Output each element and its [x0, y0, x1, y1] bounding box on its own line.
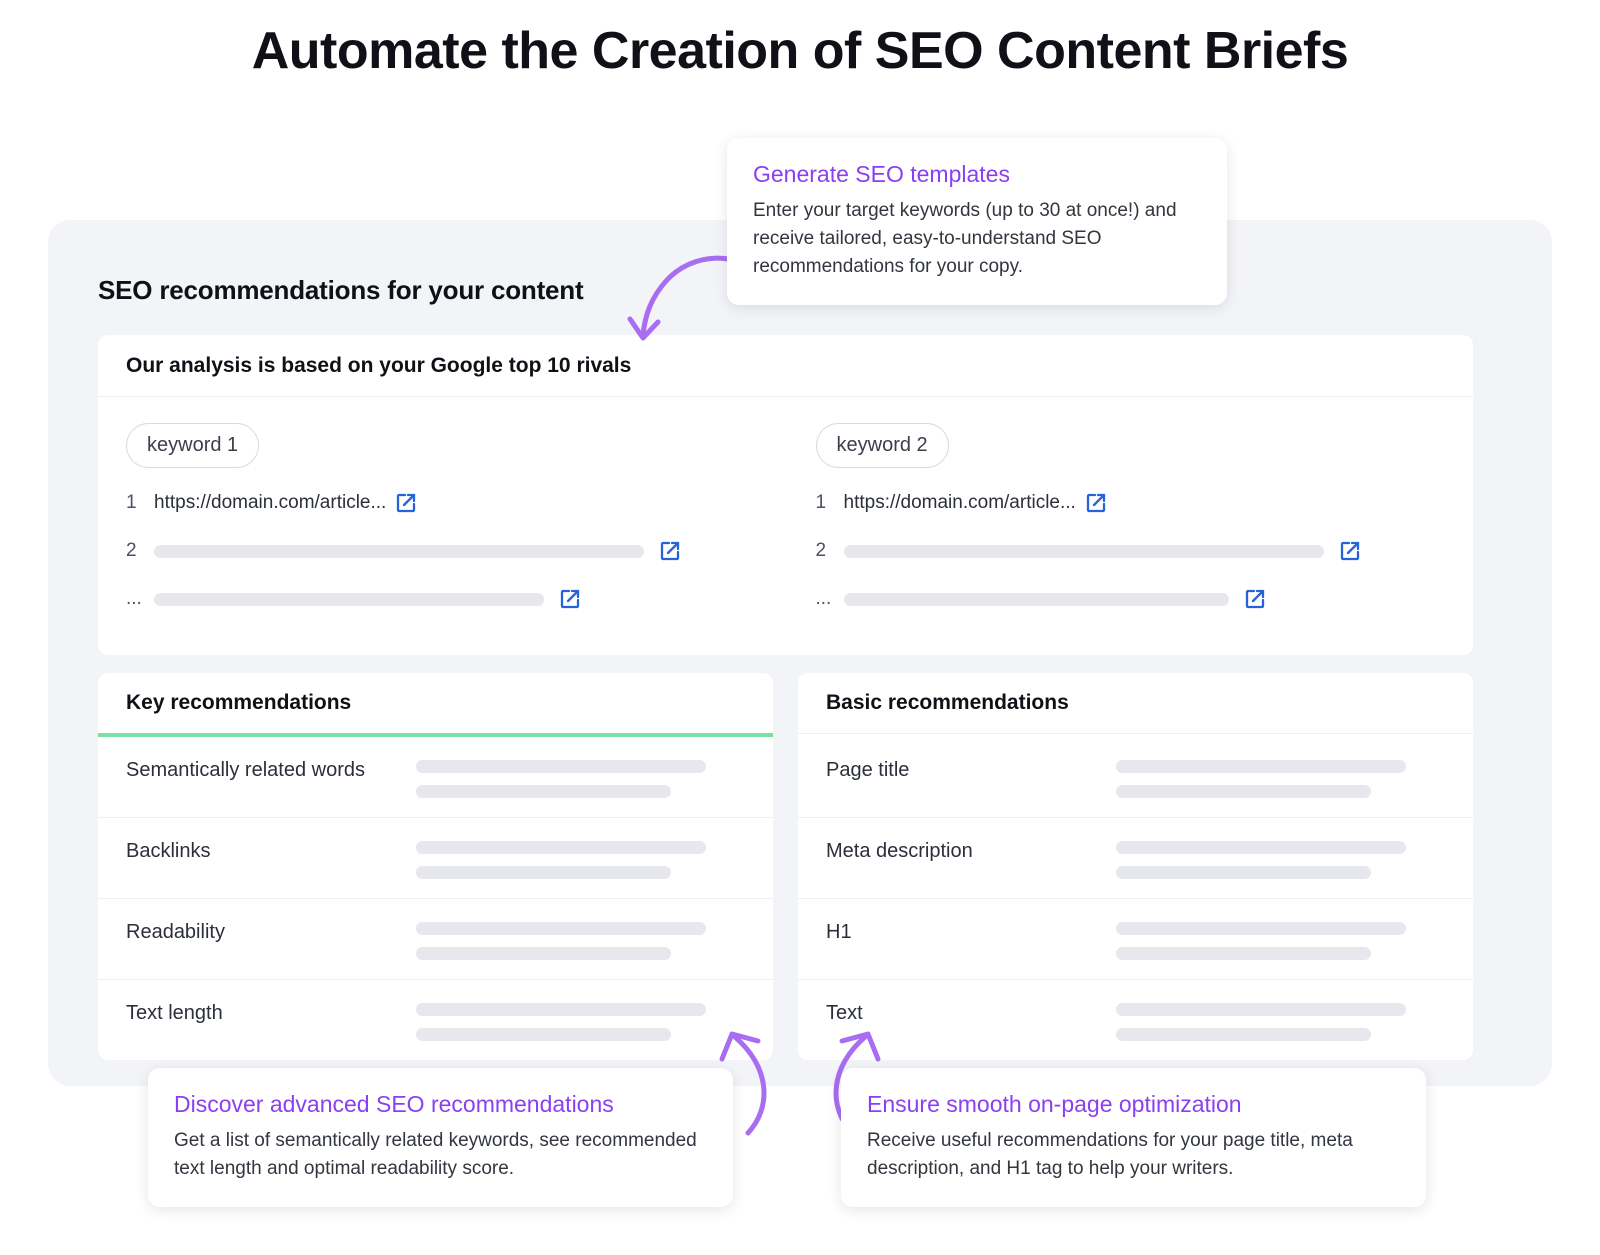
key-recommendations-card: Key recommendations Semantically related… [98, 673, 773, 1060]
rival-rank: 1 [126, 492, 137, 513]
external-link-icon[interactable] [658, 539, 682, 563]
placeholder-bar [1116, 1003, 1406, 1016]
rival-url-row[interactable]: 2 [816, 538, 1446, 564]
tooltip-body: Receive useful recommendations for your … [867, 1129, 1353, 1179]
placeholder-bar [416, 922, 706, 935]
rival-rank: ... [815, 588, 832, 609]
rival-url-placeholder [154, 544, 644, 558]
external-link-icon[interactable] [558, 587, 582, 611]
basic-recommendations-header: Basic recommendations [826, 691, 1069, 714]
tooltip-title: Generate SEO templates [753, 161, 1010, 187]
rivals-card-body: keyword 1 1 https://domain.com/article..… [98, 397, 1473, 612]
recommendation-label: Text length [126, 1002, 223, 1024]
tooltip-ensure-smooth-optimization: Ensure smooth on-page optimization Recei… [841, 1068, 1426, 1207]
placeholder-bar [1116, 947, 1371, 960]
rivals-card: Our analysis is based on your Google top… [98, 335, 1473, 655]
recommendation-label: Page title [826, 759, 910, 781]
rival-url-placeholder [843, 592, 1229, 606]
rivals-column-keyword-2: keyword 2 1 https://domain.com/article..… [786, 423, 1446, 612]
placeholder-bar [416, 947, 671, 960]
recommendation-label: H1 [826, 921, 852, 943]
rival-rank: 1 [815, 492, 827, 513]
placeholder-bar [416, 1003, 706, 1016]
recommendation-value-placeholder [416, 999, 745, 1041]
tooltip-title: Ensure smooth on-page optimization [867, 1091, 1242, 1117]
recommendation-row[interactable]: Text length [98, 980, 773, 1060]
recommendation-value-placeholder [1116, 918, 1445, 960]
basic-recommendations-card: Basic recommendations Page title Meta de… [798, 673, 1473, 1060]
recommendation-value-placeholder [1116, 999, 1445, 1041]
rival-url-row[interactable]: 2 [126, 538, 786, 564]
placeholder-bar [1116, 841, 1406, 854]
placeholder-bar [1116, 785, 1371, 798]
rival-rank: ... [126, 588, 142, 609]
recommendation-cards: Key recommendations Semantically related… [98, 673, 1473, 1060]
basic-recommendations-divider [798, 733, 1473, 734]
tooltip-body: Get a list of semantically related keywo… [174, 1129, 697, 1179]
page-title: Automate the Creation of SEO Content Bri… [251, 22, 1349, 80]
panel-title: SEO recommendations for your content [98, 275, 584, 305]
recommendation-value-placeholder [1116, 756, 1445, 798]
keyword-pill-2[interactable]: keyword 2 [815, 423, 949, 468]
seo-recommendations-panel: SEO recommendations for your content Our… [48, 220, 1552, 1086]
recommendation-row[interactable]: Page title [798, 737, 1473, 818]
recommendation-row[interactable]: Readability [98, 899, 773, 980]
placeholder-bar [416, 841, 706, 854]
placeholder-bar [416, 760, 706, 773]
external-link-icon[interactable] [1243, 587, 1267, 611]
recommendation-label: Meta description [826, 840, 973, 862]
recommendation-value-placeholder [416, 918, 745, 960]
external-link-icon[interactable] [394, 491, 418, 515]
rival-url-placeholder [154, 592, 544, 606]
rival-url-row[interactable]: ... [126, 586, 786, 612]
rival-url-row[interactable]: 1 https://domain.com/article... [126, 490, 786, 516]
recommendation-row[interactable]: Backlinks [98, 818, 773, 899]
recommendation-value-placeholder [1116, 837, 1445, 879]
placeholder-bar [416, 785, 671, 798]
tooltip-title: Discover advanced SEO recommendations [174, 1091, 614, 1117]
rival-rank: 2 [126, 540, 137, 561]
key-recommendations-header: Key recommendations [126, 691, 352, 714]
placeholder-bar [1116, 922, 1406, 935]
external-link-icon[interactable] [1338, 539, 1362, 563]
placeholder-bar [416, 1028, 671, 1041]
recommendation-label: Readability [126, 921, 225, 943]
rival-url-row[interactable]: 1 https://domain.com/article... [816, 490, 1446, 516]
recommendation-row[interactable]: Meta description [798, 818, 1473, 899]
rival-url[interactable]: https://domain.com/article... [844, 492, 1076, 514]
rival-url-placeholder [843, 544, 1324, 558]
rivals-column-keyword-1: keyword 1 1 https://domain.com/article..… [126, 423, 786, 612]
placeholder-bar [1116, 760, 1406, 773]
recommendation-value-placeholder [416, 837, 745, 879]
recommendation-value-placeholder [416, 756, 745, 798]
rival-url[interactable]: https://domain.com/article... [154, 492, 386, 514]
tooltip-body: Enter your target keywords (up to 30 at … [753, 199, 1177, 277]
placeholder-bar [1116, 866, 1371, 879]
tooltip-discover-advanced-seo: Discover advanced SEO recommendations Ge… [148, 1068, 733, 1207]
rival-url-row[interactable]: ... [816, 586, 1446, 612]
tooltip-generate-seo-templates: Generate SEO templates Enter your target… [727, 138, 1227, 305]
external-link-icon[interactable] [1084, 491, 1108, 515]
keyword-pill-1[interactable]: keyword 1 [126, 423, 260, 468]
rival-rank: 2 [815, 540, 827, 561]
recommendation-row[interactable]: H1 [798, 899, 1473, 980]
recommendation-label: Backlinks [126, 840, 211, 862]
recommendation-row[interactable]: Semantically related words [98, 737, 773, 818]
placeholder-bar [416, 866, 671, 879]
recommendation-label: Semantically related words [126, 759, 365, 781]
placeholder-bar [1116, 1028, 1371, 1041]
rivals-card-header: Our analysis is based on your Google top… [98, 335, 1473, 397]
